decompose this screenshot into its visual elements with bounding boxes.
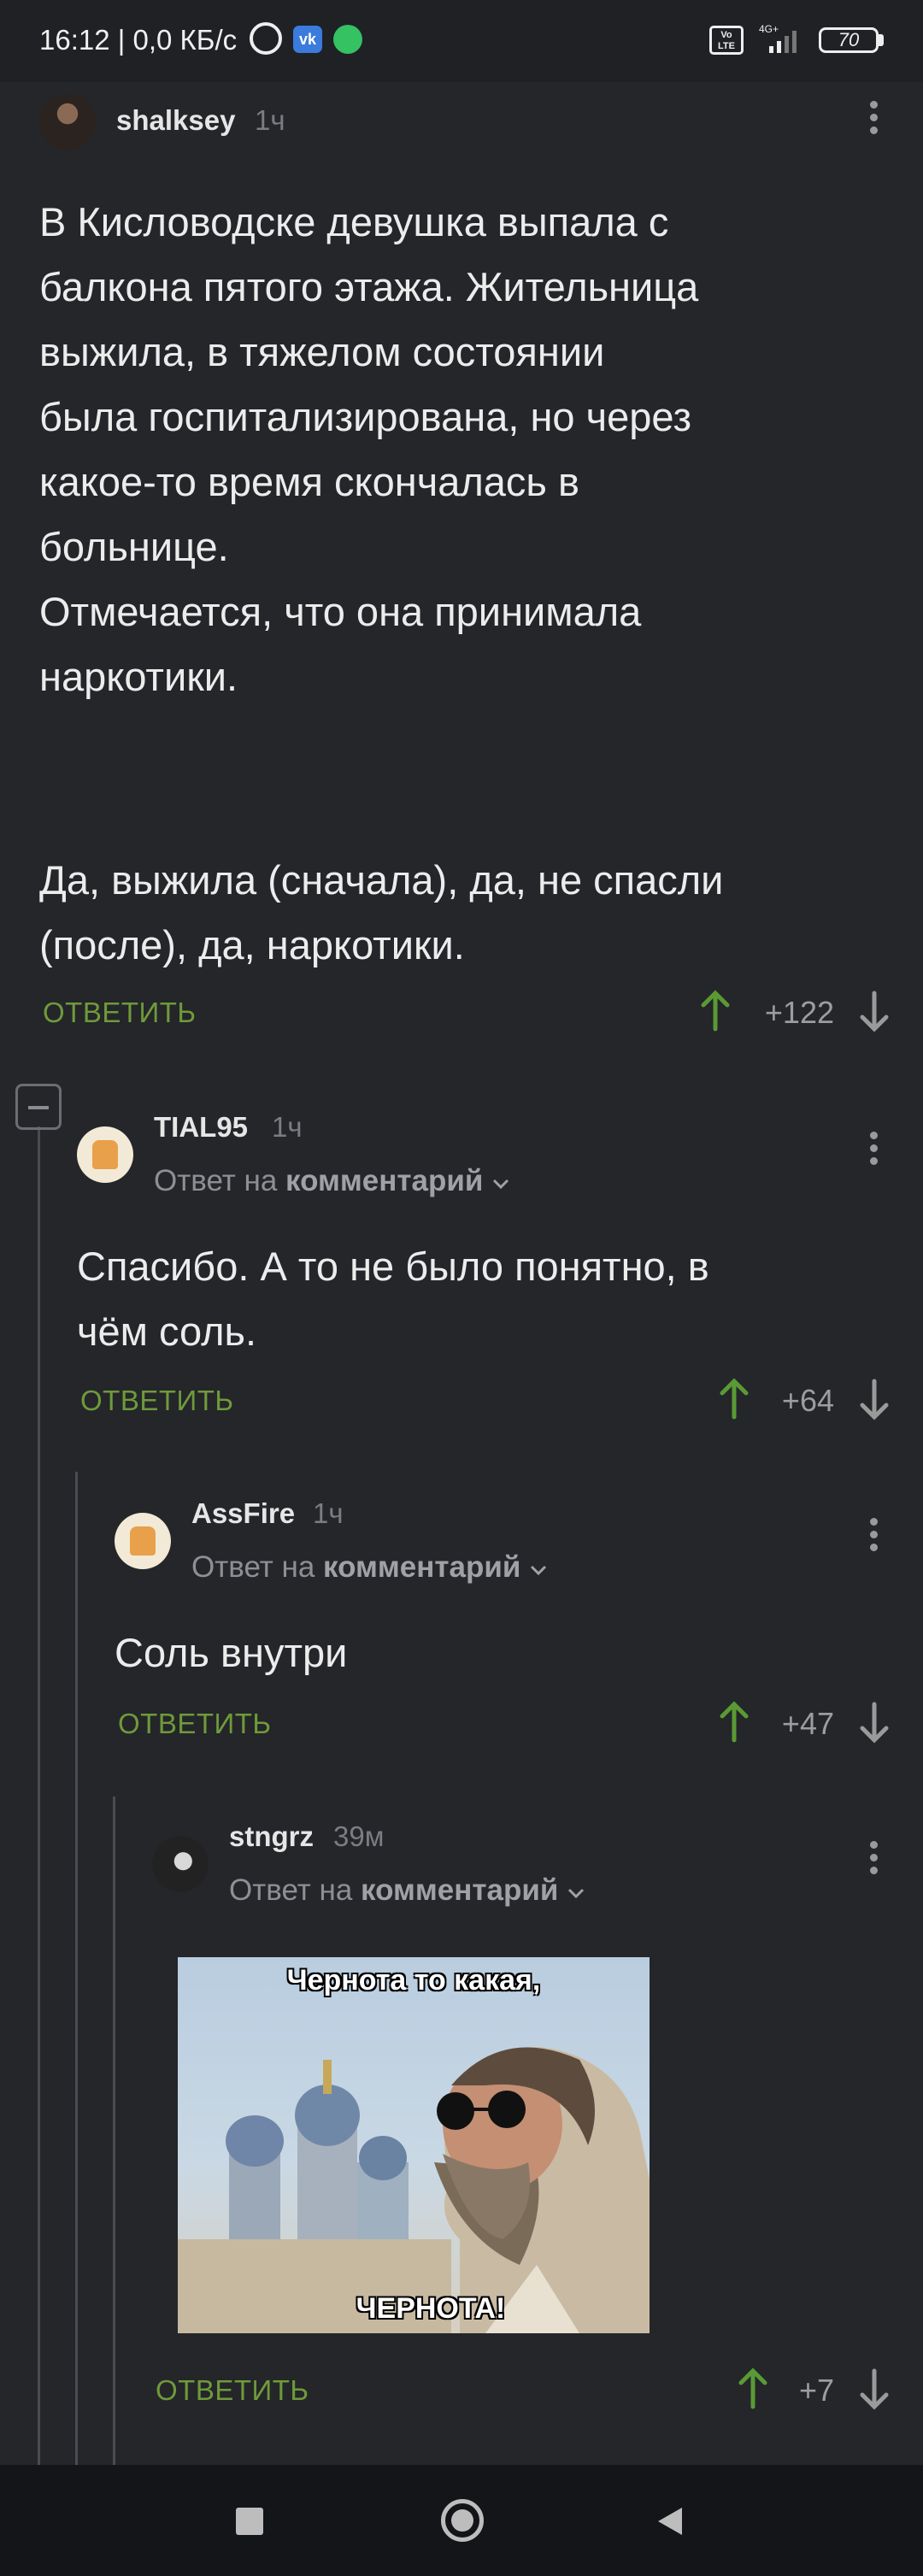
avatar[interactable] bbox=[77, 1126, 133, 1183]
comment-time: 1ч bbox=[255, 104, 285, 136]
clock: 16:12 bbox=[39, 24, 110, 56]
battery-icon: 70 bbox=[819, 27, 879, 53]
reply-button[interactable]: ОТВЕТИТЬ bbox=[156, 2374, 309, 2407]
reply-prefix: Ответ на bbox=[191, 1550, 315, 1584]
comment-time: 1ч bbox=[313, 1497, 344, 1529]
collapse-icon[interactable] bbox=[15, 1084, 62, 1130]
more-vert-icon[interactable] bbox=[856, 1513, 891, 1564]
more-vert-icon[interactable] bbox=[856, 1836, 891, 1887]
score: +47 bbox=[781, 1706, 834, 1741]
author-name[interactable]: shalksey bbox=[116, 104, 235, 137]
avatar[interactable] bbox=[115, 1513, 171, 1569]
chevron-down-icon[interactable] bbox=[529, 1563, 548, 1577]
alarm-icon bbox=[250, 22, 282, 55]
reply-prefix: Ответ на bbox=[229, 1873, 353, 1907]
reply-button[interactable]: ОТВЕТИТЬ bbox=[43, 997, 197, 1029]
author-name[interactable]: AssFire bbox=[191, 1497, 295, 1530]
reply-prefix: Ответ на bbox=[154, 1164, 278, 1197]
reply-target[interactable]: комментарий bbox=[285, 1164, 483, 1197]
reply-to-link[interactable]: Ответ на комментарий bbox=[229, 1873, 585, 1908]
avatar[interactable] bbox=[152, 1836, 209, 1892]
battery-tip bbox=[879, 34, 884, 46]
whatsapp-icon bbox=[333, 25, 362, 54]
reply-target[interactable]: комментарий bbox=[323, 1550, 520, 1584]
nav-back-icon[interactable] bbox=[653, 2504, 687, 2538]
reply-to-link[interactable]: Ответ на комментарий bbox=[191, 1550, 548, 1585]
vk-icon: vk bbox=[293, 26, 322, 53]
image-caption-top: Чернота то какая, bbox=[286, 1964, 541, 1997]
image-caption-bottom: ЧЕРНОТА! bbox=[356, 2292, 506, 2325]
meme-picture bbox=[178, 2047, 650, 2333]
downvote-icon[interactable] bbox=[858, 2367, 891, 2410]
avatar[interactable] bbox=[39, 94, 96, 150]
more-vert-icon[interactable] bbox=[856, 1126, 891, 1178]
downvote-icon[interactable] bbox=[858, 1701, 891, 1744]
reply-to-link[interactable]: Ответ на комментарий bbox=[154, 1164, 510, 1198]
upvote-icon[interactable] bbox=[718, 1378, 750, 1420]
comment-text: Спасибо. А то не было понятно, в чём сол… bbox=[77, 1244, 709, 1354]
nav-home-icon[interactable] bbox=[441, 2499, 484, 2542]
signal-icon: 4G+ bbox=[759, 23, 797, 53]
volte-icon: Vo LTE bbox=[709, 26, 744, 55]
more-vert-icon[interactable] bbox=[856, 96, 891, 147]
comment-image[interactable]: Чернота то какая, ЧЕРНОТА! bbox=[178, 1957, 650, 2333]
score: +122 bbox=[764, 995, 834, 1030]
thread-line bbox=[113, 1797, 115, 2465]
downvote-icon[interactable] bbox=[858, 1378, 891, 1420]
chevron-down-icon[interactable] bbox=[567, 1886, 585, 1900]
upvote-icon[interactable] bbox=[718, 1701, 750, 1744]
downvote-icon[interactable] bbox=[858, 990, 891, 1032]
system-nav-bar bbox=[0, 2465, 923, 2576]
comment-text: Соль внутри bbox=[115, 1630, 348, 1675]
author-name[interactable]: TIAL95 bbox=[154, 1111, 248, 1144]
post-text: В Кисловодске девушка выпала с балкона п… bbox=[39, 199, 699, 699]
nav-recents-icon[interactable] bbox=[236, 2508, 263, 2535]
reply-button[interactable]: ОТВЕТИТЬ bbox=[80, 1385, 234, 1417]
status-bar: 16:12 | 0,0 КБ/с vk Vo LTE 4G+ 70 bbox=[0, 0, 923, 82]
post-text-2: Да, выжила (сначала), да, не спасли (пос… bbox=[39, 857, 724, 967]
thread-line bbox=[75, 1472, 78, 2465]
upvote-icon[interactable] bbox=[699, 990, 732, 1032]
comment-time: 1ч bbox=[272, 1111, 303, 1143]
author-name[interactable]: stngrz bbox=[229, 1820, 314, 1853]
comment-time: 39м bbox=[333, 1820, 385, 1852]
reply-button[interactable]: ОТВЕТИТЬ bbox=[118, 1708, 272, 1740]
status-time: 16:12 | 0,0 КБ/с bbox=[39, 24, 238, 56]
score: +7 bbox=[798, 2373, 834, 2408]
thread-line bbox=[38, 1126, 40, 2465]
score: +64 bbox=[781, 1383, 834, 1418]
chevron-down-icon[interactable] bbox=[491, 1177, 510, 1191]
network-type: 4G+ bbox=[759, 23, 779, 35]
network-speed: 0,0 КБ/с bbox=[132, 24, 238, 56]
reply-target[interactable]: комментарий bbox=[361, 1873, 558, 1907]
